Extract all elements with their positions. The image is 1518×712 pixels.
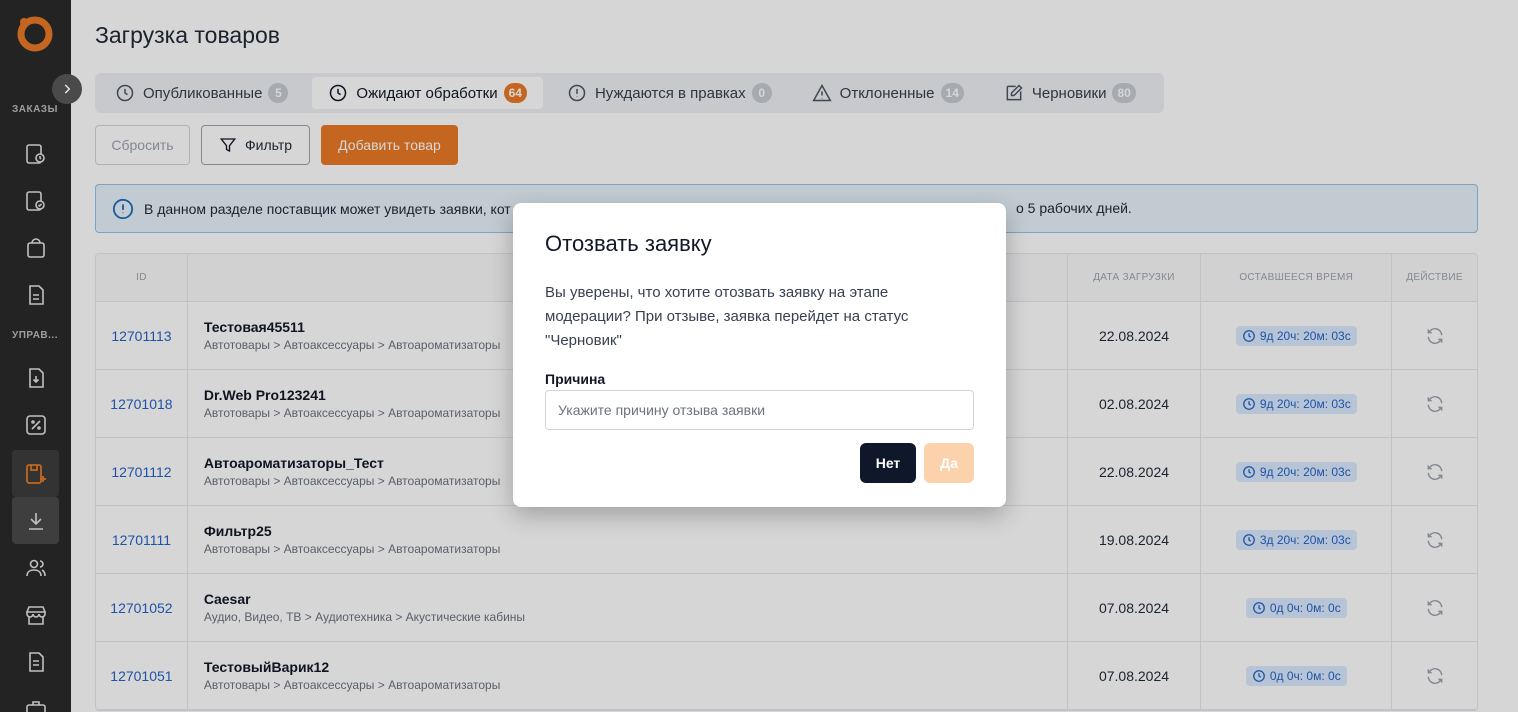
reason-label: Причина bbox=[545, 371, 606, 387]
no-button[interactable]: Нет bbox=[860, 443, 916, 483]
chevron-right-icon bbox=[64, 84, 71, 94]
modal-text: Вы уверены, что хотите отозвать заявку н… bbox=[545, 284, 909, 349]
yes-button[interactable]: Да bbox=[924, 443, 974, 483]
modal-actions: Нет Да bbox=[860, 443, 974, 483]
sidebar-collapse-button[interactable] bbox=[52, 74, 82, 104]
modal-title: Отозвать заявку bbox=[545, 231, 712, 256]
withdraw-modal: Отозвать заявку Вы уверены, что хотите о… bbox=[513, 203, 1006, 507]
reason-input[interactable] bbox=[545, 390, 974, 430]
